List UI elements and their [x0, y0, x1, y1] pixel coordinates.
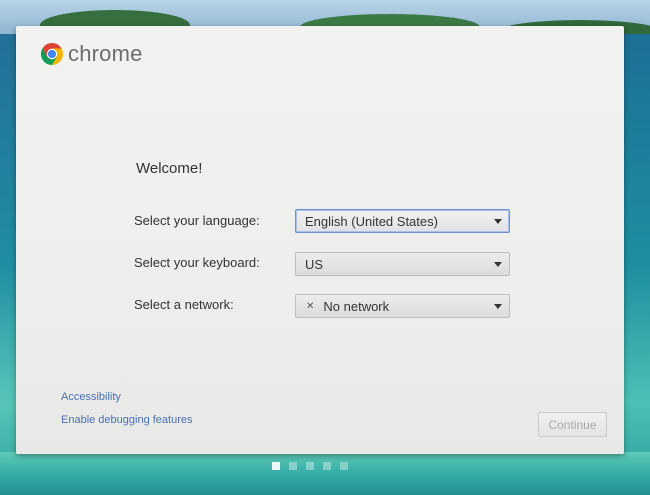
network-label: Select a network: [134, 297, 234, 312]
page-indicator-dot [289, 462, 297, 470]
dropdown-arrow-icon [494, 262, 502, 267]
keyboard-select[interactable]: US [295, 252, 510, 276]
chrome-branding: chrome [40, 41, 143, 67]
chrome-wordmark: chrome [68, 41, 143, 66]
accessibility-link[interactable]: Accessibility [61, 391, 121, 403]
keyboard-label: Select your keyboard: [134, 255, 260, 270]
enable-debugging-link[interactable]: Enable debugging features [61, 414, 193, 426]
no-network-icon: ✕ [306, 300, 315, 312]
background-sea [0, 452, 650, 495]
welcome-title: Welcome! [136, 160, 203, 177]
network-select[interactable]: ✕ No network [295, 294, 510, 318]
page-indicator-dot [272, 462, 280, 470]
language-label: Select your language: [134, 213, 260, 228]
background-sea [620, 34, 650, 495]
page-indicator-dot [323, 462, 331, 470]
language-select-value: English (United States) [305, 213, 438, 229]
network-select-value: No network [323, 298, 390, 314]
continue-button[interactable]: Continue [538, 412, 607, 437]
page-indicator-dot [340, 462, 348, 470]
keyboard-select-value: US [305, 256, 324, 272]
dropdown-arrow-icon [494, 219, 502, 224]
dropdown-arrow-icon [494, 304, 502, 309]
chrome-logo-icon [40, 42, 64, 66]
oobe-welcome-dialog: chrome Welcome! Select your language: En… [16, 26, 624, 454]
page-indicator-dot [306, 462, 314, 470]
language-select[interactable]: English (United States) [295, 209, 510, 233]
page-indicator [272, 462, 348, 470]
